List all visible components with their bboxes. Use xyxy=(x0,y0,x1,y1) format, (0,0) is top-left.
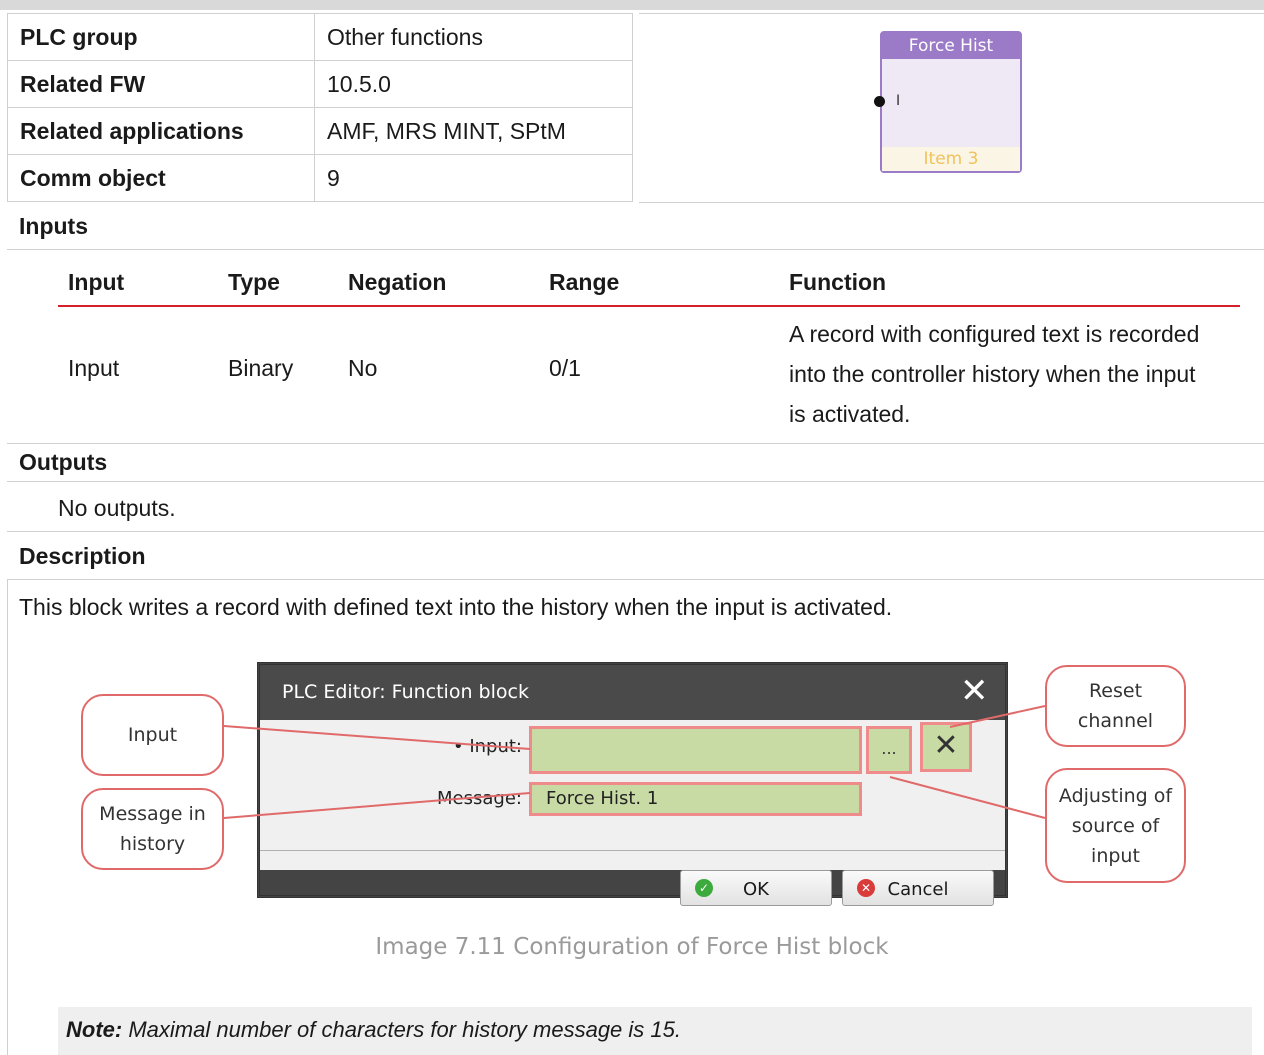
input-callout-line xyxy=(223,725,531,750)
note-box: Note: Maximal number of characters for h… xyxy=(58,1007,1252,1055)
note-text: Maximal number of characters for history… xyxy=(122,1017,681,1042)
callout-lines xyxy=(223,705,1046,819)
callout-reset-channel: Reset channel xyxy=(1045,665,1186,747)
adjust-callout-line xyxy=(889,776,1046,819)
reset-callout-line xyxy=(949,705,1046,728)
callout-input: Input xyxy=(81,694,224,776)
callout-adjusting-source: Adjusting of source of input xyxy=(1045,768,1186,883)
callout-message-in-history: Message in history xyxy=(81,788,224,870)
note-label: Note: xyxy=(66,1017,123,1042)
message-callout-line xyxy=(223,792,531,819)
image-caption: Image 7.11 Configuration of Force Hist b… xyxy=(375,934,889,960)
